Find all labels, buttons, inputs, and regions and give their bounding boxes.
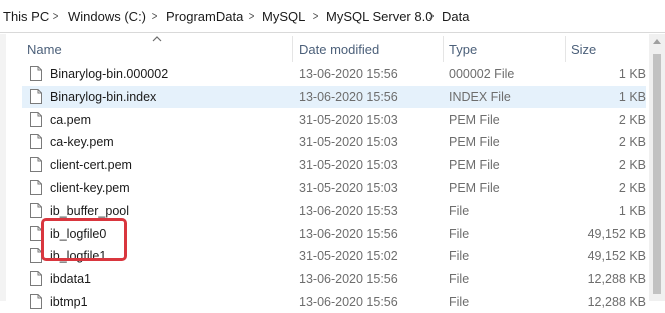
sort-ascending-icon (152, 36, 162, 42)
column-header-name[interactable]: Name (27, 42, 62, 57)
file-row[interactable]: ca-key.pem 31-05-2020 15:03 PEM File 2 KB (22, 131, 646, 153)
file-size: 2 KB (618, 135, 646, 149)
column-divider[interactable] (565, 36, 566, 62)
navigation-pane-edge (0, 34, 6, 301)
file-name: ca.pem (50, 113, 91, 127)
breadcrumb-mysql-server[interactable]: MySQL Server 8.0 (326, 9, 432, 24)
file-size: 1 KB (618, 204, 646, 218)
file-size: 2 KB (618, 181, 646, 195)
column-header-date[interactable]: Date modified (299, 42, 379, 57)
chevron-right-icon[interactable]: > (152, 9, 158, 23)
file-icon (30, 112, 42, 127)
file-name: client-key.pem (50, 181, 130, 195)
file-type: PEM File (449, 158, 500, 172)
column-divider[interactable] (292, 36, 293, 62)
file-date-modified: 13-06-2020 15:56 (299, 227, 398, 241)
file-date-modified: 31-05-2020 15:03 (299, 158, 398, 172)
breadcrumb-data[interactable]: Data (442, 9, 469, 24)
file-type: File (449, 272, 470, 286)
file-icon (30, 89, 42, 104)
file-date-modified: 13-06-2020 15:56 (299, 90, 398, 104)
file-name: ibtmp1 (50, 295, 88, 309)
file-size: 49,152 KB (587, 249, 646, 263)
file-size: 1 KB (618, 90, 646, 104)
file-name: Binarylog-bin.index (50, 90, 157, 104)
file-name: ca-key.pem (50, 135, 114, 149)
breadcrumb[interactable]: This PC > Windows (C:) > ProgramData > M… (0, 0, 665, 33)
vertical-scrollbar[interactable] (649, 34, 665, 301)
breadcrumb-programdata[interactable]: ProgramData (166, 9, 243, 24)
file-name: ib_buffer_pool (50, 204, 130, 218)
file-row[interactable]: ibtmp1 13-06-2020 15:56 File 12,288 KB (22, 291, 646, 313)
chevron-right-icon[interactable]: > (313, 9, 319, 23)
file-date-modified: 13-06-2020 15:56 (299, 67, 398, 81)
file-size: 12,288 KB (587, 295, 646, 309)
file-type: File (449, 295, 470, 309)
file-row[interactable]: ibdata1 13-06-2020 15:56 File 12,288 KB (22, 268, 646, 290)
file-type: INDEX File (449, 90, 511, 104)
file-type: PEM File (449, 135, 500, 149)
file-row[interactable]: Binarylog-bin.000002 13-06-2020 15:56 0000… (22, 63, 646, 85)
file-type: File (449, 204, 470, 218)
file-date-modified: 13-06-2020 15:56 (299, 295, 398, 309)
file-icon (30, 134, 42, 149)
file-type: File (449, 249, 470, 263)
scrollbar-thumb[interactable] (653, 54, 661, 294)
file-row[interactable]: client-key.pem 31-05-2020 15:03 PEM File 2 … (22, 177, 646, 199)
file-size: 49,152 KB (587, 227, 646, 241)
file-date-modified: 31-05-2020 15:03 (299, 113, 398, 127)
file-type: 000002 File (449, 67, 515, 81)
file-type: PEM File (449, 181, 500, 195)
file-name: Binarylog-bin.000002 (50, 67, 169, 81)
file-type: File (449, 227, 470, 241)
breadcrumb-windows-c[interactable]: Windows (C:) (68, 9, 146, 24)
file-date-modified: 31-05-2020 15:03 (299, 135, 398, 149)
file-type: PEM File (449, 113, 500, 127)
column-header-type[interactable]: Type (449, 42, 477, 57)
file-icon (30, 180, 42, 195)
chevron-right-icon[interactable]: > (429, 9, 435, 23)
file-date-modified: 31-05-2020 15:02 (299, 249, 398, 263)
file-row[interactable]: client-cert.pem 31-05-2020 15:03 PEM File 2… (22, 154, 646, 176)
scroll-up-arrow-icon[interactable] (653, 39, 661, 44)
file-name: client-cert.pem (50, 158, 132, 172)
file-icon (30, 66, 42, 81)
file-size: 1 KB (618, 67, 646, 81)
file-icon (30, 294, 42, 309)
column-divider[interactable] (443, 36, 444, 62)
file-size: 2 KB (618, 113, 646, 127)
file-date-modified: 13-06-2020 15:56 (299, 272, 398, 286)
chevron-right-icon[interactable]: > (53, 9, 59, 23)
breadcrumb-mysql[interactable]: MySQL (262, 9, 305, 24)
file-size: 12,288 KB (587, 272, 646, 286)
file-icon (30, 203, 42, 218)
file-name: ibdata1 (50, 272, 92, 286)
file-size: 2 KB (618, 158, 646, 172)
file-row[interactable]: Binarylog-bin.index 13-06-2020 15:56 INDEX… (22, 86, 646, 108)
file-icon (30, 271, 42, 286)
file-date-modified: 31-05-2020 15:03 (299, 181, 398, 195)
file-row[interactable]: ca.pem 31-05-2020 15:03 PEM File 2 KB (22, 109, 646, 131)
column-header-size[interactable]: Size (571, 42, 596, 57)
annotation-highlight-box (41, 218, 127, 261)
file-date-modified: 13-06-2020 15:53 (299, 204, 398, 218)
breadcrumb-this-pc[interactable]: This PC (3, 9, 49, 24)
file-icon (30, 157, 42, 172)
chevron-right-icon[interactable]: > (249, 9, 255, 23)
